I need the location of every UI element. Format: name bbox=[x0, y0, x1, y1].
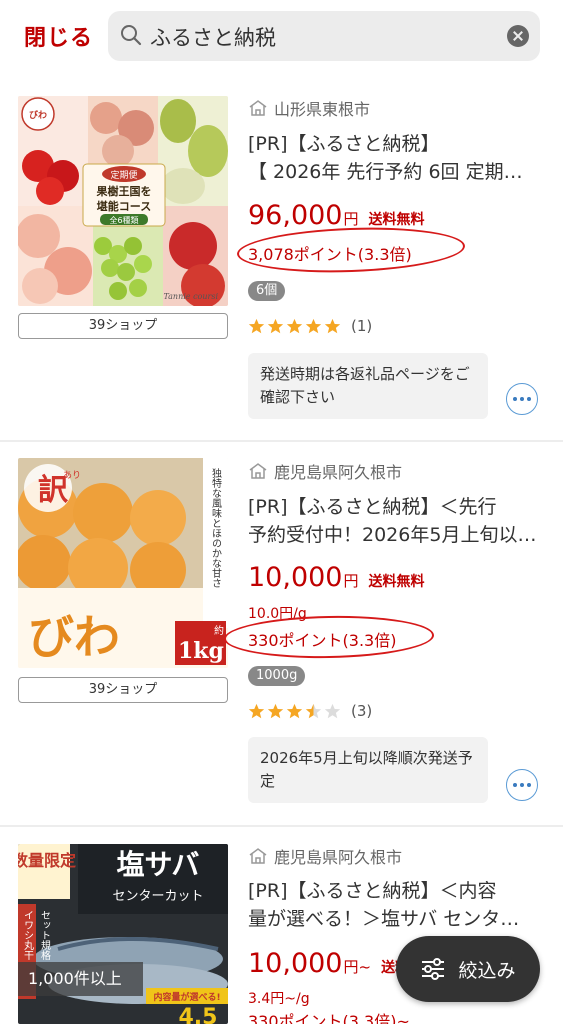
limited-text: 数量限定 bbox=[18, 851, 76, 870]
saba-title-text: 塩サバ bbox=[117, 848, 200, 881]
price: 96,000 bbox=[248, 200, 343, 231]
price-row: 10,000 円~ 送料 bbox=[248, 948, 409, 979]
dot-icon bbox=[520, 397, 524, 401]
set-text: セット規格 bbox=[39, 910, 51, 961]
kg-text: 1kg bbox=[178, 638, 224, 664]
municipality-icon bbox=[249, 848, 267, 864]
filter-button[interactable]: 絞込み bbox=[396, 936, 540, 1002]
course-text-1: 果樹王国を bbox=[96, 184, 152, 198]
star-icon bbox=[286, 703, 303, 718]
filter-label: 絞込み bbox=[458, 959, 516, 982]
biwa-badge-text: びわ bbox=[29, 109, 47, 121]
rating-stars: (3) bbox=[248, 702, 372, 720]
divider bbox=[0, 440, 563, 442]
title-line-2: 【 2026年 先行予約 6回 定期便 】 bbox=[248, 161, 538, 183]
municipality-icon bbox=[249, 100, 267, 116]
clear-search-icon[interactable] bbox=[507, 25, 529, 47]
hand-drawn-circle bbox=[236, 224, 466, 276]
review-count: (3) bbox=[351, 702, 373, 720]
teiki-text: 定期便 bbox=[110, 169, 137, 181]
more-options-button[interactable] bbox=[506, 769, 538, 801]
star-icon bbox=[248, 703, 265, 718]
biwa-image: 独特な風味とほのかな甘さ 訳 あり びわ 約 1kg bbox=[18, 458, 228, 668]
location-text: 鹿児島県阿久根市 bbox=[274, 848, 403, 867]
star-icon bbox=[324, 318, 341, 333]
price-row: 96,000 円 送料無料 bbox=[248, 200, 425, 231]
product-title[interactable]: [PR]【ふるさと納税】＜先行 予約受付中！2026年5月上旬以降順次発送 bbox=[248, 493, 538, 549]
dot-icon bbox=[527, 397, 531, 401]
dot-icon bbox=[520, 783, 524, 787]
unit-price: 3.4円~/g bbox=[248, 991, 310, 1007]
location-text: 山形県東根市 bbox=[274, 100, 371, 119]
divider bbox=[0, 825, 563, 827]
product-image[interactable]: 定期便 果樹王国を 堪能コース 全6種類 びわ Tannie coursi bbox=[18, 96, 228, 306]
product-image[interactable]: 独特な風味とほのかな甘さ 訳 あり びわ 約 1kg bbox=[18, 458, 228, 668]
price: 10,000 bbox=[248, 562, 343, 593]
search-icon bbox=[121, 25, 142, 46]
rating-stars: (1) bbox=[248, 317, 372, 335]
shop-39-button[interactable]: 39ショップ bbox=[18, 677, 228, 703]
location: 鹿児島県阿久根市 bbox=[248, 459, 402, 483]
municipality-icon bbox=[249, 463, 267, 479]
star-icon bbox=[305, 318, 322, 333]
star-icon bbox=[248, 318, 265, 333]
half-star-icon bbox=[305, 703, 322, 718]
price-unit: 円~ bbox=[343, 958, 372, 976]
filter-sliders-icon bbox=[422, 958, 445, 980]
result-count-overlay: 1,000件以上 bbox=[18, 962, 143, 996]
price: 10,000 bbox=[248, 948, 343, 979]
empty-star-icon bbox=[324, 703, 341, 718]
dot-icon bbox=[513, 783, 517, 787]
ari-text: あり bbox=[63, 470, 81, 481]
course-text-2: 堪能コース bbox=[97, 199, 151, 213]
review-count: (1) bbox=[351, 317, 373, 335]
title-line-2: 量が選べる！＞塩サバ センターカット bbox=[248, 908, 538, 930]
points-text: 330ポイント(3.3倍)~ bbox=[248, 1012, 410, 1024]
shipping-note: 2026年5月上旬以降順次発送予定 bbox=[248, 737, 488, 803]
quantity-badge: 6個 bbox=[248, 281, 286, 301]
price-unit: 円 bbox=[343, 572, 359, 590]
price-unit: 円 bbox=[343, 210, 359, 228]
location-text: 鹿児島県阿久根市 bbox=[274, 463, 403, 482]
product-title[interactable]: [PR]【ふるさと納税】 【 2026年 先行予約 6回 定期便 】 bbox=[248, 130, 538, 186]
choose-text: 内容量が選べる! bbox=[153, 991, 220, 1003]
close-button[interactable]: 閉じる bbox=[24, 20, 93, 52]
search-input[interactable]: ふるさと納税 bbox=[108, 11, 540, 61]
dot-icon bbox=[527, 783, 531, 787]
biwa-title-text: びわ bbox=[28, 610, 120, 664]
star-icon bbox=[267, 318, 284, 333]
iwashi-text: イワシ丸干 bbox=[22, 910, 34, 961]
shipping-note: 発送時期は各返礼品ページをご確認下さい bbox=[248, 353, 488, 419]
saba-image: 数量限定 塩サバ センターカット イワシ丸干 セット規格 内容量が選べる! 4.… bbox=[18, 844, 228, 1024]
top-bar: 閉じる ふるさと納税 bbox=[0, 0, 563, 72]
quantity-badge: 1000g bbox=[248, 666, 306, 686]
location: 山形県東根市 bbox=[248, 96, 370, 120]
sign-text: Tannie coursi bbox=[163, 292, 218, 301]
title-line-1: [PR]【ふるさと納税】＜内容 bbox=[248, 880, 497, 902]
fruit-course-image: 定期便 果樹王国を 堪能コース 全6種類 びわ Tannie coursi bbox=[18, 96, 228, 306]
side-catch-text: 独特な風味とほのかな甘さ bbox=[210, 467, 222, 588]
yaku-text: 約 bbox=[214, 624, 224, 637]
big-number-text: 4.5 bbox=[179, 1005, 218, 1024]
product-image[interactable]: 数量限定 塩サバ センターカット イワシ丸干 セット規格 内容量が選べる! 4.… bbox=[18, 844, 228, 1024]
product-title[interactable]: [PR]【ふるさと納税】＜内容 量が選べる！＞塩サバ センターカット bbox=[248, 877, 538, 933]
center-cut-text: センターカット bbox=[112, 889, 203, 904]
dot-icon bbox=[513, 397, 517, 401]
title-line-2: 予約受付中！2026年5月上旬以降順次発送 bbox=[248, 524, 538, 546]
shop-39-button[interactable]: 39ショップ bbox=[18, 313, 228, 339]
title-line-1: [PR]【ふるさと納税】 bbox=[248, 133, 440, 155]
shipping-free-label: 送料無料 bbox=[368, 574, 425, 590]
shipping-free-label: 送料無料 bbox=[368, 212, 425, 228]
star-icon bbox=[267, 703, 284, 718]
price-row: 10,000 円 送料無料 bbox=[248, 562, 425, 593]
title-line-1: [PR]【ふるさと納税】＜先行 bbox=[248, 496, 497, 518]
more-options-button[interactable] bbox=[506, 383, 538, 415]
location: 鹿児島県阿久根市 bbox=[248, 844, 402, 868]
search-query: ふるさと納税 bbox=[150, 26, 276, 50]
course-sub-text: 全6種類 bbox=[109, 215, 138, 225]
star-icon bbox=[286, 318, 303, 333]
